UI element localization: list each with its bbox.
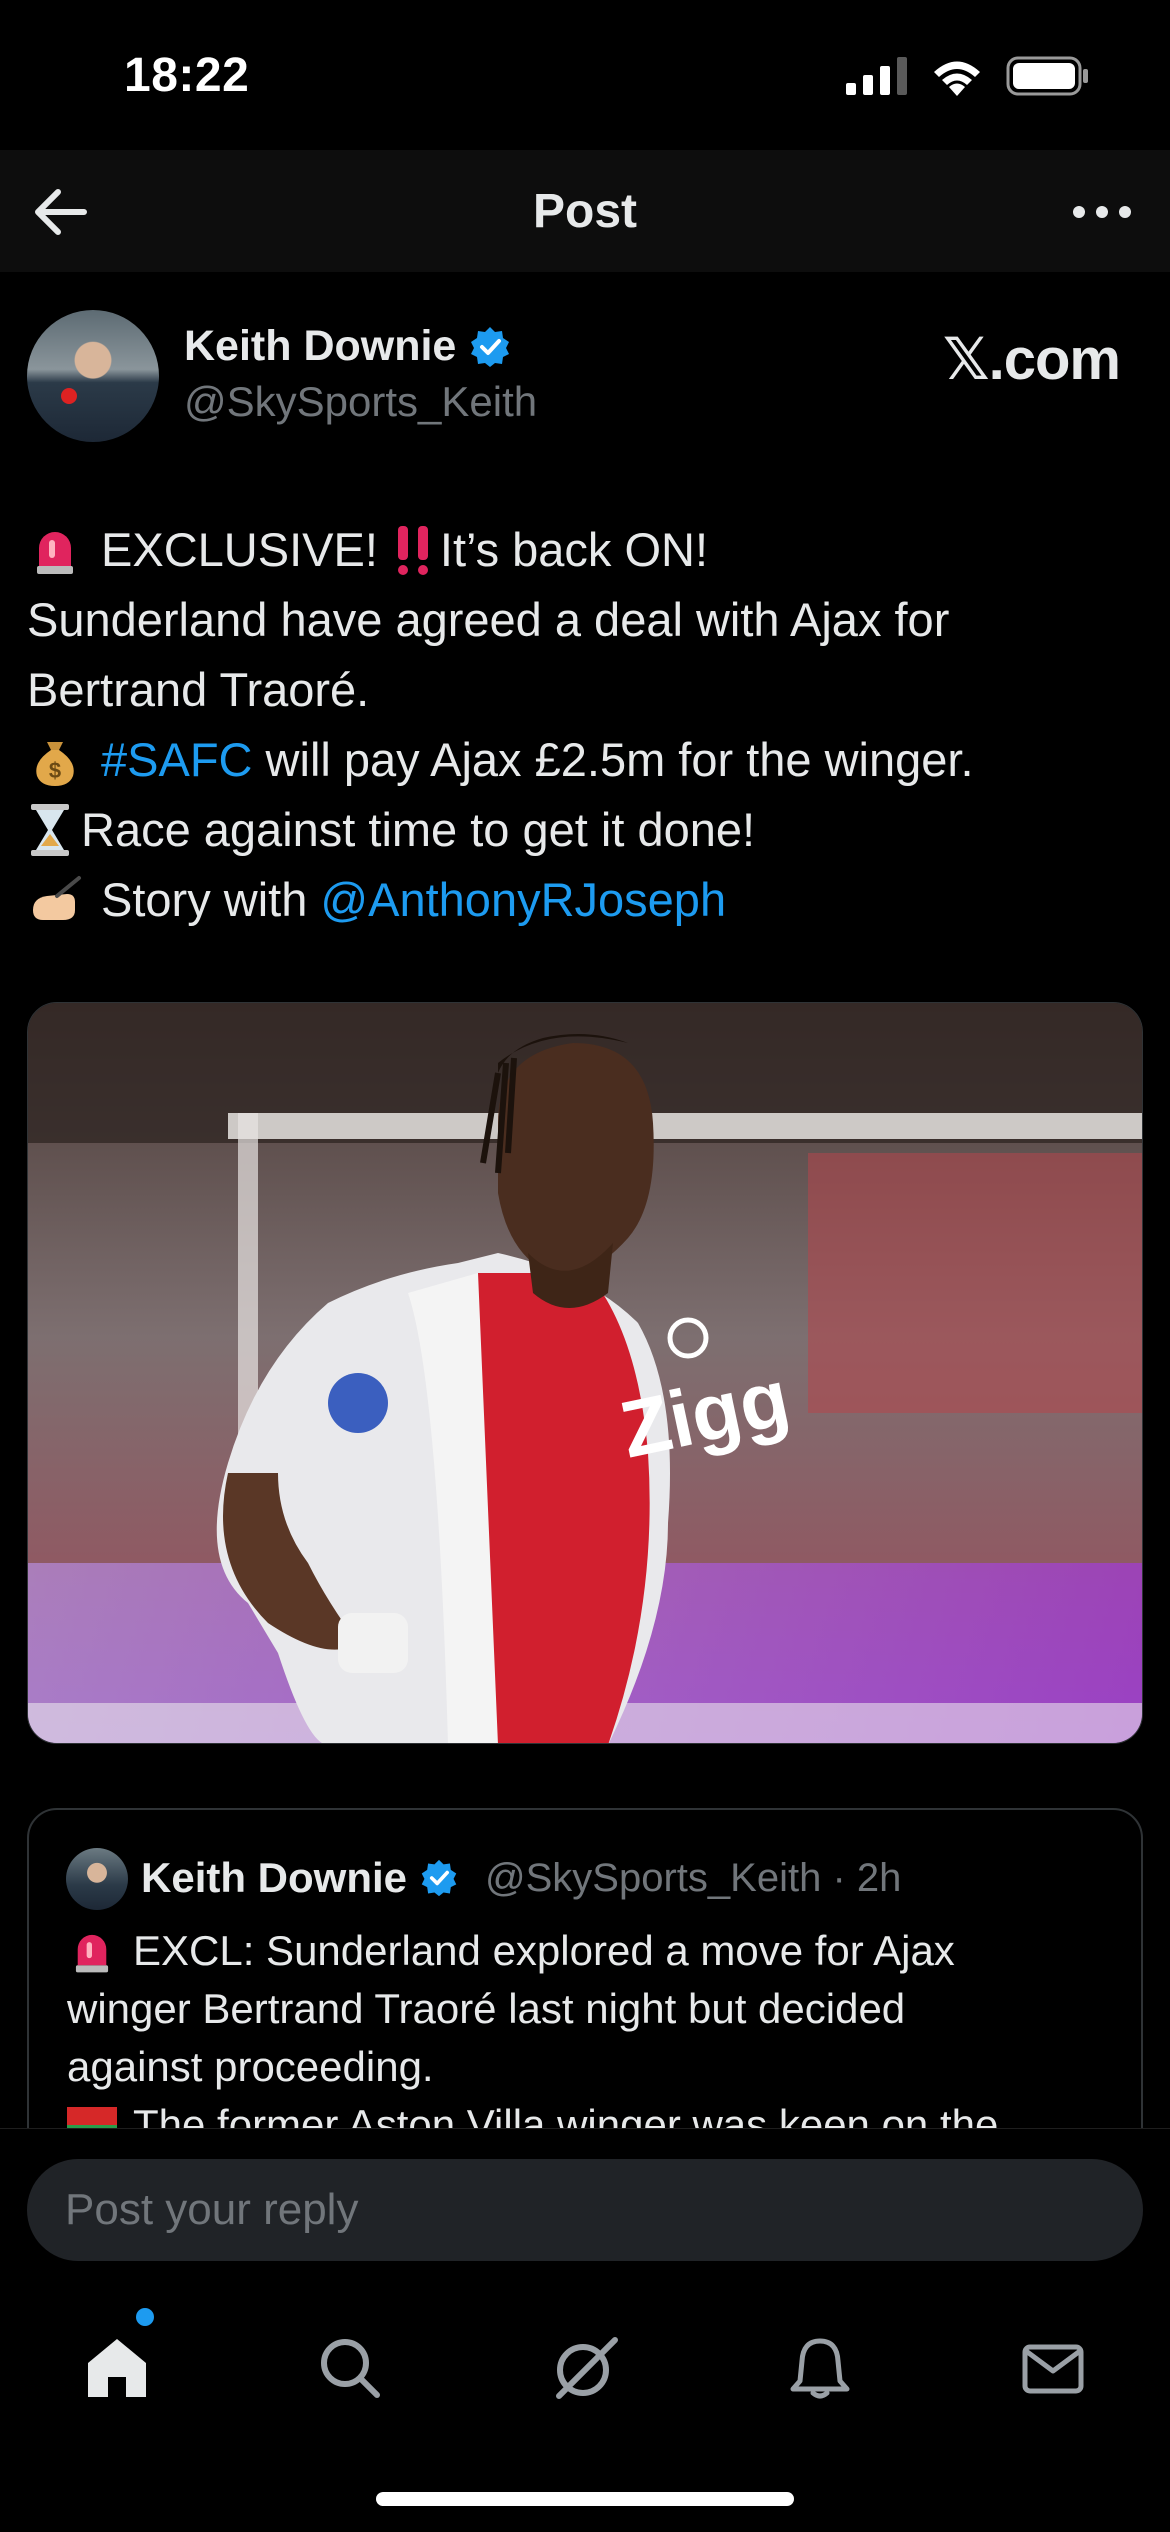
reply-bar: [0, 2128, 1170, 2288]
tab-home[interactable]: [67, 2318, 167, 2418]
mail-icon: [1022, 2344, 1084, 2394]
page-title: Post: [532, 185, 637, 238]
quoted-author-handle: @SkySports_Keith: [485, 1856, 822, 1900]
grok-icon: [556, 2337, 618, 2399]
more-options-button[interactable]: [1062, 180, 1142, 244]
rotating-light-icon: [75, 1934, 109, 1973]
status-icons: [846, 56, 1090, 96]
quoted-author-name: Keith Downie: [141, 1854, 408, 1901]
post-text: EXCLUSIVE! It’s back ON! Sunderland have…: [27, 515, 1137, 935]
wifi-icon: [934, 61, 980, 96]
post-text-pay: will pay Ajax £2.5m for the winger.: [252, 733, 974, 786]
tab-messages[interactable]: [1003, 2318, 1103, 2418]
post-line: Sunderland have agreed a deal with Ajax …: [27, 593, 950, 646]
photo-of-ajax-player: Zigg: [28, 1003, 1142, 1743]
tab-grok[interactable]: [535, 2318, 635, 2418]
author-avatar[interactable]: [27, 310, 159, 442]
status-bar: 18:22: [0, 0, 1170, 150]
x-com-logo: 𝕏.com: [942, 327, 1121, 392]
post-line: $ #SAFC will pay Ajax £2.5m for the wing…: [27, 725, 1137, 795]
author-name-row[interactable]: Keith Downie: [184, 322, 512, 371]
battery-icon: [1006, 56, 1088, 96]
search-icon: [321, 2339, 380, 2398]
home-indicator[interactable]: [376, 2492, 794, 2506]
post-line: Race against time to get it done!: [27, 795, 1137, 865]
post-image[interactable]: Zigg: [27, 1002, 1143, 1744]
double-exclamation-icon: [397, 526, 428, 575]
writing-hand-icon: [33, 876, 81, 920]
svg-text:$: $: [49, 758, 61, 783]
verified-badge-icon: [471, 326, 510, 367]
author-handle[interactable]: @SkySports_Keith: [184, 378, 537, 426]
post-text-story: Story with: [101, 873, 321, 926]
nav-header: Post: [0, 150, 1170, 272]
tab-notifications[interactable]: [770, 2318, 870, 2418]
post-line: EXCLUSIVE! It’s back ON!: [27, 515, 1137, 585]
post-text-back-on: It’s back ON!: [439, 523, 709, 576]
mention-link[interactable]: @AnthonyRJoseph: [320, 865, 726, 935]
quoted-line: winger Bertrand Traoré last night but de…: [67, 1985, 906, 2032]
quoted-line: against proceeding.: [67, 2043, 434, 2090]
quoted-author-meta: @SkySports_Keith · 2h: [485, 1856, 901, 1901]
verified-badge-icon: [421, 1859, 457, 1897]
bell-icon: [790, 2338, 850, 2399]
quoted-author-avatar: [66, 1848, 128, 1910]
author-name[interactable]: Keith Downie: [184, 322, 456, 371]
home-icon: [88, 2339, 146, 2397]
post-text-exclusive: EXCLUSIVE!: [101, 523, 378, 576]
post-line: Bertrand Traoré.: [27, 663, 370, 716]
quoted-line-text: EXCL: Sunderland explored a move for Aja…: [133, 1927, 955, 1974]
quoted-post-time: · 2h: [832, 1856, 902, 1900]
more-horizontal-icon: [1073, 206, 1131, 218]
quoted-post-text: EXCL: Sunderland explored a move for Aja…: [67, 1922, 1117, 2154]
money-bag-icon: $: [36, 742, 74, 786]
quoted-author-name-row: Keith Downie: [141, 1854, 459, 1902]
tab-search[interactable]: [300, 2318, 400, 2418]
reply-input[interactable]: [27, 2159, 1143, 2261]
post-line: Story with @AnthonyRJoseph: [27, 865, 1137, 935]
post-text-race: Race against time to get it done!: [81, 803, 756, 856]
quoted-line: EXCL: Sunderland explored a move for Aja…: [67, 1922, 1117, 1980]
cellular-signal-icon: [846, 57, 907, 95]
home-notification-dot: [136, 2308, 154, 2326]
rotating-light-icon: [37, 532, 73, 574]
hourglass-icon: [31, 804, 69, 856]
status-time: 18:22: [124, 49, 250, 102]
hashtag-link[interactable]: #SAFC: [101, 725, 253, 795]
